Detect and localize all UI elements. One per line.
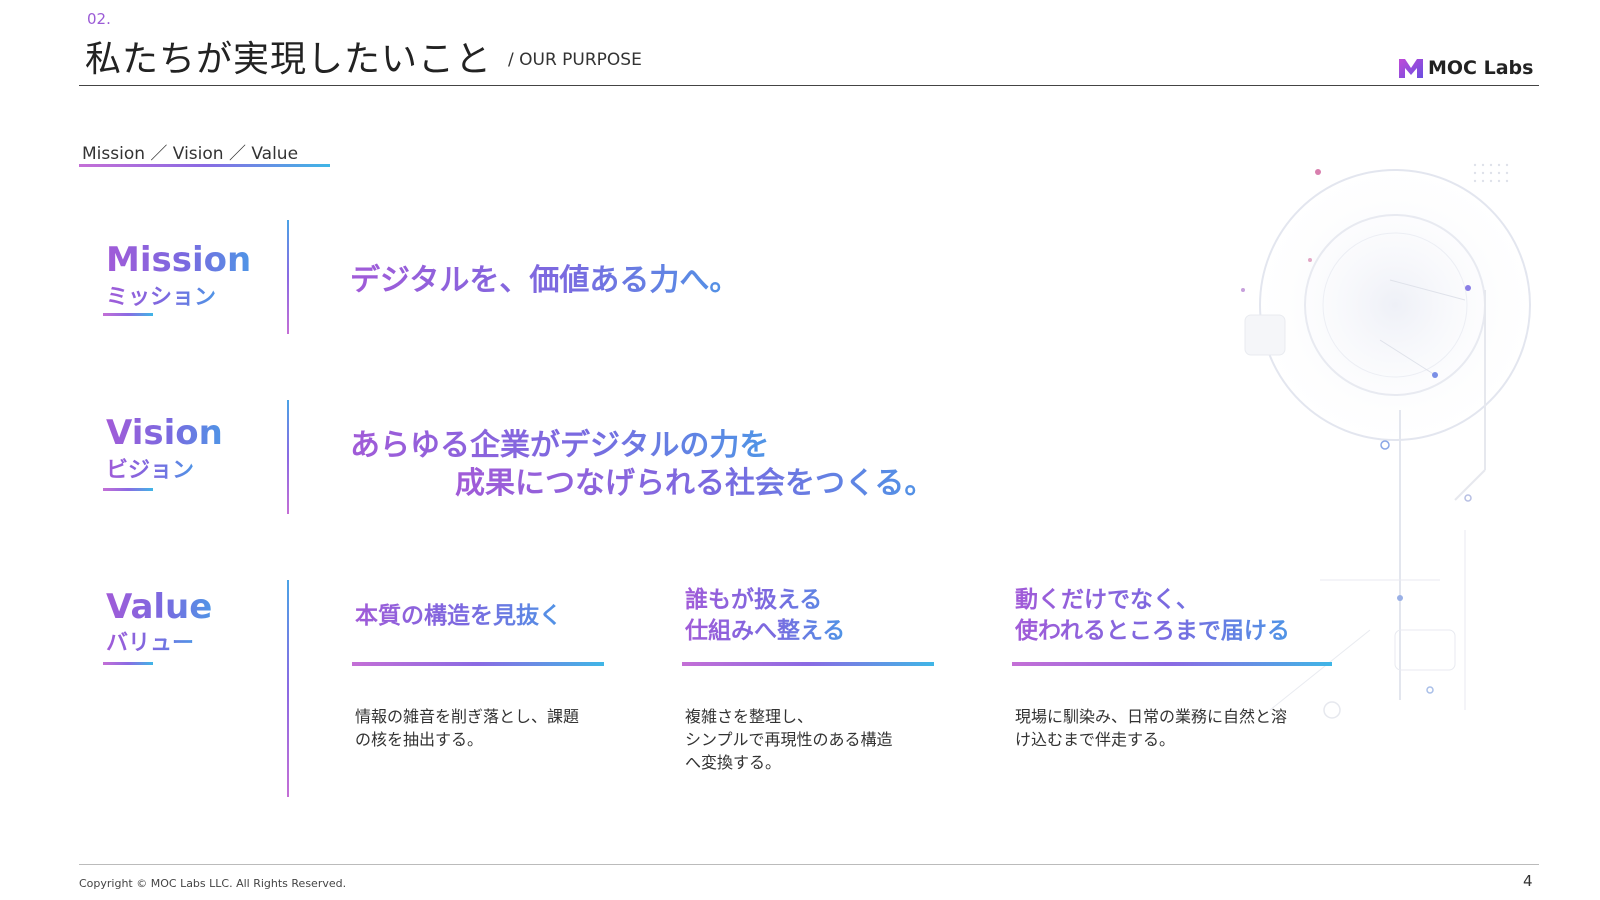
logo-text: MOC Labs: [1428, 57, 1534, 79]
footer-divider: [79, 864, 1539, 865]
value-title: Value: [106, 587, 213, 627]
value-item-3-body: 現場に馴染み、日常の業務に自然と溶 け込むまで伴走する。: [1015, 707, 1288, 749]
value-item-1-underline: [352, 662, 604, 666]
value-item-3-heading: 動くだけでなく、 使われるところまで届ける: [1015, 585, 1290, 647]
vision-underline: [103, 488, 153, 491]
value-item-1-body: 情報の雑音を削ぎ落とし、課題 の核を抽出する。: [355, 707, 580, 749]
value-item-3-underline: [1012, 662, 1332, 666]
page-title: 私たちが実現したいこと: [85, 39, 493, 80]
vision-divider: [287, 400, 289, 514]
value-item-2-body: 複雑さを整理し、 シンプルで再現性のある構造 へ変換する。: [685, 707, 893, 772]
mission-title: Mission: [106, 240, 252, 280]
moc-logo-icon: [1399, 59, 1423, 78]
vision-kana: ビジョン: [106, 452, 194, 484]
mission-kana: ミッション: [106, 279, 216, 311]
value-kana: バリュー: [106, 625, 194, 657]
breadcrumb: Mission ／ Vision ／ Value: [82, 144, 299, 164]
copyright-text: Copyright © MOC Labs LLC. All Rights Res…: [79, 877, 347, 890]
page-number: 4: [1523, 872, 1533, 890]
company-logo: MOC Labs: [1398, 57, 1533, 79]
mission-divider: [287, 220, 289, 334]
value-divider: [287, 580, 289, 797]
value-item-1-heading: 本質の構造を見抜く: [355, 601, 562, 632]
value-underline: [103, 662, 153, 665]
circuit-background-decoration: [1241, 155, 1545, 719]
breadcrumb-underline: [79, 164, 330, 167]
page-subtitle: / OUR PURPOSE: [508, 50, 642, 70]
header-divider: [79, 85, 1539, 86]
value-item-2-underline: [682, 662, 934, 666]
mission-statement: デジタルを、価値ある力へ。: [350, 255, 739, 299]
vision-title: Vision: [106, 413, 223, 453]
value-item-2-heading: 誰もが扱える 仕組みへ整える: [685, 585, 845, 647]
mission-underline: [103, 313, 153, 316]
section-number: 02.: [87, 10, 111, 28]
vision-statement-line2: 成果につなげられる社会をつくる。: [455, 458, 934, 502]
